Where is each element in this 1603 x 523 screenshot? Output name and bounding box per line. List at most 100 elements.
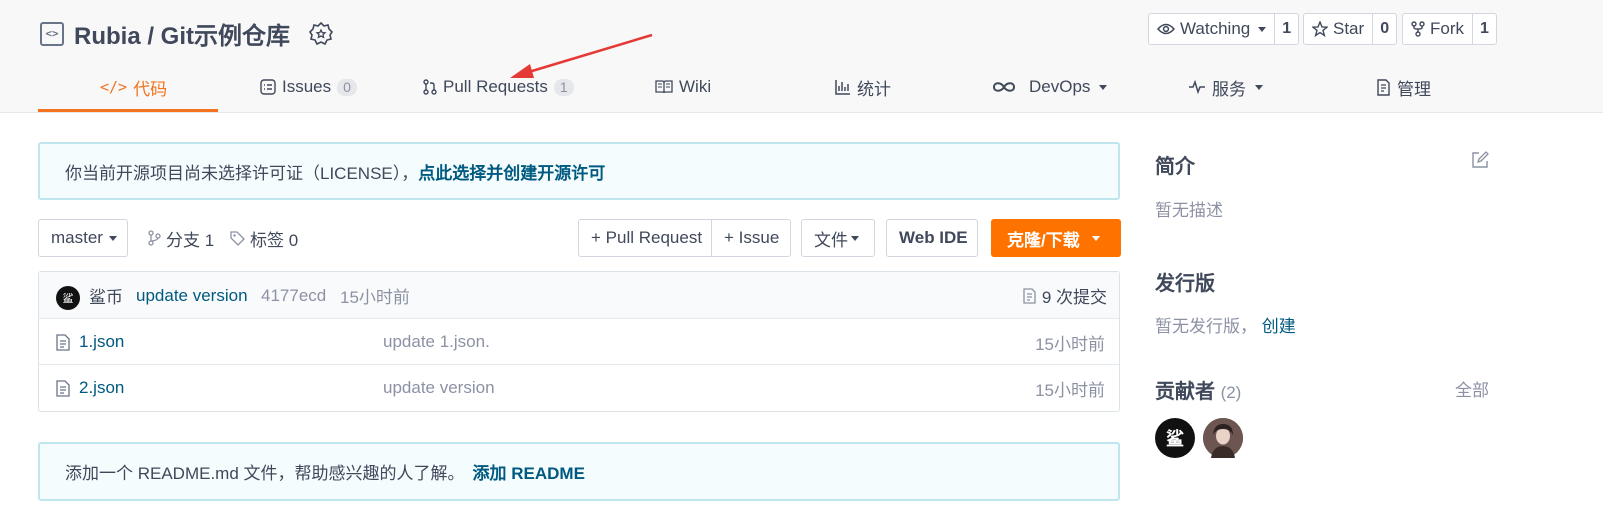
file-name-link[interactable]: 2.json [79,365,124,411]
new-issue-label: + Issue [724,228,780,247]
readme-notice-text: 添加一个 README.md 文件，帮助感兴趣的人了解。 [65,464,465,483]
chevron-down-icon [1099,84,1108,90]
file-icon [56,319,70,365]
choose-license-link[interactable]: 点此选择并创建开源许可 [418,159,605,184]
file-menu-label: 文件 [814,230,848,250]
tags-link[interactable]: 标签 0 [230,219,298,257]
commit-time: 15小时前 [340,288,410,307]
fork-icon [1411,21,1425,37]
book-icon [655,80,673,94]
tab-code-label: 代码 [133,79,168,99]
tab-issues[interactable]: Issues 0 [260,62,357,112]
repo-header: <> Rubia / Git示例仓库 Watching 1 Star 0 For… [0,0,1603,113]
releases-empty-text: 暂无发行版， [1155,317,1257,336]
tab-devops[interactable]: DevOps [991,62,1108,112]
releases-info: 暂无发行版， 创建 [1155,312,1296,337]
commit-author-avatar[interactable]: 鲨 [56,286,80,310]
tab-wiki[interactable]: Wiki [655,62,711,112]
table-row: 2.json update version 15小时前 [39,365,1119,411]
star-count[interactable]: 0 [1372,14,1396,44]
pull-requests-count-badge: 1 [553,78,574,96]
pulse-icon [1189,80,1205,94]
contributors-heading: 贡献者 (2) [1155,375,1241,404]
tab-statistics[interactable]: 统计 [835,62,891,112]
branch-icon [148,230,161,246]
chevron-down-icon [1255,84,1263,90]
eye-icon [1157,23,1175,35]
watch-button-group: Watching 1 [1148,13,1300,45]
active-tab-indicator [38,109,218,112]
infinity-icon [992,82,1016,92]
chevron-down-icon [851,235,859,241]
commit-log-icon [1023,287,1036,304]
branches-link[interactable]: 分支 1 [148,219,214,257]
file-commit-time: 15小时前 [1035,380,1105,400]
chevron-down-icon [1091,235,1100,241]
issues-count-badge: 0 [337,78,357,96]
new-pull-request-label: + Pull Request [591,228,703,247]
clone-download-button[interactable]: 克隆/下载 [991,219,1121,257]
tag-icon [230,230,245,246]
commit-message[interactable]: update version [136,272,248,319]
issues-icon [260,79,276,95]
watch-button[interactable]: Watching [1149,14,1274,44]
tab-statistics-label: 统计 [857,79,891,99]
star-button-group: Star 0 [1303,13,1398,45]
contributors-all-link[interactable]: 全部 [1455,376,1489,401]
code-icon: </> [100,78,128,96]
repo-name[interactable]: Rubia / Git示例仓库 [74,16,290,51]
intro-description: 暂无描述 [1155,201,1223,220]
tab-devops-label: DevOps [1029,77,1091,96]
star-label: Star [1333,19,1365,38]
fork-label: Fork [1430,19,1464,38]
branch-select[interactable]: master [38,219,128,257]
file-commit-message[interactable]: update 1.json. [383,319,490,365]
tab-manage-label: 管理 [1397,79,1431,99]
chevron-down-icon [1258,26,1267,32]
tab-issues-label: Issues [282,77,332,96]
tab-manage[interactable]: 管理 [1376,62,1431,112]
user-portrait-icon [1203,418,1243,458]
avatar[interactable]: 鲨 [1155,418,1195,458]
repo-toolbar: master 分支 1 标签 0 + Pull Request + Issue … [38,219,1121,257]
star-button[interactable]: Star [1304,14,1372,44]
repo-nav-tabs: </> 代码 Issues 0 Pull Requests 1 Wiki 统计 … [38,62,1558,113]
intro-heading: 简介 [1155,156,1195,178]
tab-code[interactable]: </> 代码 [100,62,167,112]
releases-heading: 发行版 [1155,273,1215,295]
fork-button-group: Fork 1 [1402,13,1497,45]
commits-count-link[interactable]: 9 次提交 [1023,272,1107,319]
fork-count[interactable]: 1 [1472,14,1496,44]
tags-count: 标签 0 [250,230,299,250]
fork-button[interactable]: Fork [1403,14,1472,44]
edit-icon[interactable] [1471,151,1489,169]
avatar[interactable] [1203,418,1243,458]
table-row: 1.json update 1.json. 15小时前 [39,319,1119,365]
watch-count[interactable]: 1 [1274,14,1298,44]
create-release-link[interactable]: 创建 [1262,317,1296,336]
file-commit-time: 15小时前 [1035,334,1105,354]
file-name-link[interactable]: 1.json [79,319,124,365]
branch-select-value: master [51,228,103,247]
tab-services[interactable]: 服务 [1188,62,1263,112]
settings-doc-icon [1377,78,1390,96]
recommend-badge-icon[interactable] [308,21,334,47]
commit-hash[interactable]: 4177ecd [261,272,326,319]
commits-count: 9 次提交 [1041,288,1107,307]
contributors-title: 贡献者 [1155,381,1215,403]
license-notice-text: 你当前开源项目尚未选择许可证（LICENSE）， [65,163,419,183]
tab-wiki-label: Wiki [679,77,712,96]
tab-pull-requests[interactable]: Pull Requests 1 [423,62,574,112]
repo-icon: <> [40,21,64,46]
file-commit-message[interactable]: update version [383,365,495,411]
commit-author[interactable]: 鲨币 [89,272,123,319]
new-issue-button[interactable]: + Issue [711,219,791,257]
branches-count: 分支 1 [166,230,215,250]
web-ide-button[interactable]: Web IDE [886,219,978,257]
add-readme-link[interactable]: 添加 README [473,459,585,484]
bar-chart-icon [835,80,850,95]
new-pull-request-button[interactable]: + Pull Request [578,219,712,257]
latest-commit-row: 鲨 鲨币 update version 4177ecd 15小时前 9 次提交 [39,272,1119,319]
file-menu-button[interactable]: 文件 [801,219,875,257]
repo-title-bar: <> Rubia / Git示例仓库 [40,16,334,51]
